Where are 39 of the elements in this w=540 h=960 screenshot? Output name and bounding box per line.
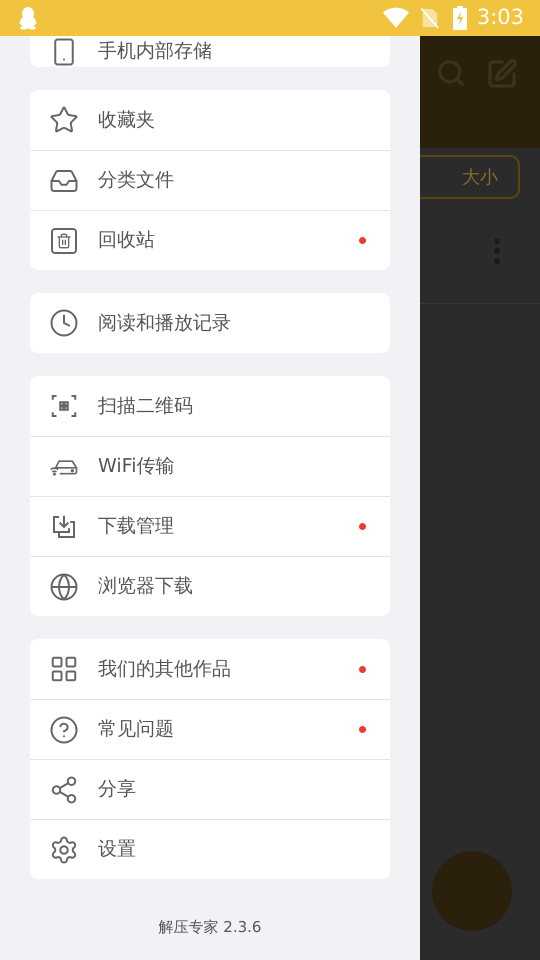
menu-label: 分类文件 [98, 168, 174, 194]
menu-item[interactable]: 分类文件 [30, 150, 390, 210]
menu-label: 设置 [98, 837, 136, 862]
menu-item[interactable]: 阅读和播放记录 [30, 293, 390, 353]
menu-label: 阅读和播放记录 [98, 310, 231, 336]
menu-item[interactable]: 手机内部存储 [30, 36, 390, 67]
clock-time: 3:03 [476, 4, 524, 32]
menu-item[interactable]: 下载管理 [30, 496, 390, 556]
menu-label: 浏览器下载 [98, 574, 193, 600]
menu-label: 分享 [98, 777, 136, 802]
no-sim-icon [420, 7, 439, 29]
menu-label: 手机内部存储 [98, 39, 212, 64]
wifi-icon [382, 7, 409, 29]
menu-item[interactable]: 收藏夹 [30, 90, 390, 150]
menu-item[interactable]: 设置 [30, 819, 390, 879]
menu-label: 扫描二维码 [98, 394, 193, 419]
menu-item[interactable]: 回收站 [30, 210, 390, 270]
help-icon [49, 714, 79, 744]
menu-label: 回收站 [98, 228, 155, 254]
menu-item[interactable]: 分享 [30, 759, 390, 819]
menu-item[interactable]: 我们的其他作品 [30, 639, 390, 699]
menu-item[interactable]: 常见问题 [30, 699, 390, 759]
settings-icon [49, 834, 79, 864]
menu-item[interactable]: 扫描二维码 [30, 376, 390, 436]
grid-icon [49, 654, 79, 684]
menu-label: 下载管理 [98, 514, 174, 540]
menu-label: 我们的其他作品 [98, 656, 231, 682]
clock-icon [49, 308, 79, 338]
menu-label: WiFi传输 [98, 454, 174, 480]
menu-label: 常见问题 [98, 717, 174, 742]
menu-item[interactable]: WiFi传输 [30, 436, 390, 496]
app-version: 解压专家 2.3.6 [158, 917, 262, 938]
globe-icon [49, 572, 79, 602]
battery-charging-icon [452, 6, 467, 30]
share-icon [49, 774, 79, 804]
star-icon [49, 105, 79, 135]
menu-item[interactable]: 浏览器下载 [30, 556, 390, 616]
menu-label: 收藏夹 [98, 108, 155, 133]
trash-icon [51, 228, 77, 254]
